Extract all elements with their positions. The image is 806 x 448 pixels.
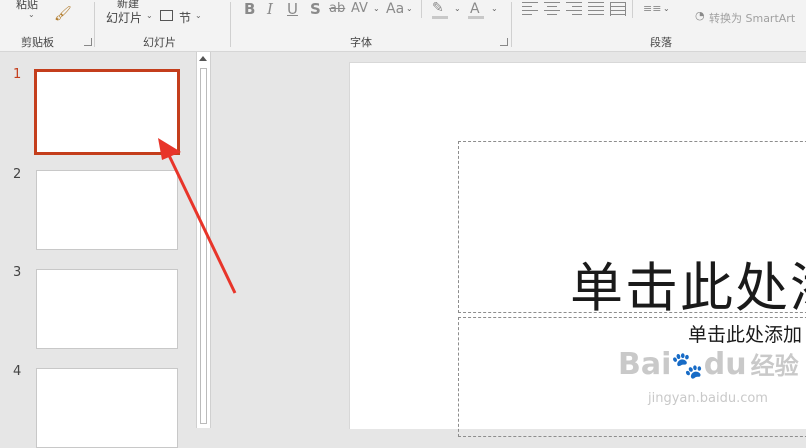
separator <box>421 0 422 18</box>
slide-thumbnail-3[interactable] <box>36 269 178 349</box>
subtitle-placeholder-text: 单击此处添加 <box>688 324 803 346</box>
distributed-align-icon[interactable] <box>610 2 626 16</box>
separator <box>230 2 231 47</box>
slide-number-1: 1 <box>13 67 22 82</box>
align-right-icon[interactable] <box>566 2 582 16</box>
slide-thumbnail-1[interactable] <box>34 69 180 155</box>
group-label-clipboard: 剪贴板 <box>21 36 54 49</box>
convert-smartart-icon[interactable]: ◔ <box>695 9 705 22</box>
baidu-watermark-logo: Bai🐾du 经验 <box>618 347 799 382</box>
separator <box>511 2 512 47</box>
convert-smartart-button[interactable]: 转换为 SmartArt <box>709 10 795 26</box>
slide-thumbnail-4[interactable] <box>36 368 178 448</box>
section-icon[interactable] <box>160 10 173 21</box>
underline-button[interactable]: U <box>287 0 298 18</box>
slide-thumbnail-2[interactable] <box>36 170 178 250</box>
bold-button[interactable]: B <box>244 0 255 18</box>
thumbnail-scrollbar[interactable] <box>196 52 211 428</box>
section-dropdown-icon[interactable]: ⌄ <box>195 11 202 20</box>
group-label-paragraph: 段落 <box>650 36 672 49</box>
separator <box>94 2 95 47</box>
font-dialog-launcher-icon[interactable] <box>500 38 508 46</box>
align-center-icon[interactable] <box>544 2 560 16</box>
font-color-dropdown-icon[interactable]: ⌄ <box>491 4 498 13</box>
paste-dropdown-icon[interactable]: ⌄ <box>28 10 35 19</box>
group-label-font: 字体 <box>350 36 372 49</box>
slide-number-3: 3 <box>13 265 22 280</box>
new-slide-dropdown-icon[interactable]: ⌄ <box>146 11 153 20</box>
change-case-button[interactable]: Aa <box>386 0 404 18</box>
justify-icon[interactable] <box>588 2 604 16</box>
align-left-icon[interactable] <box>522 2 538 16</box>
format-painter-icon[interactable]: 🖌 <box>54 6 72 22</box>
scrollbar-thumb[interactable] <box>200 68 207 424</box>
character-spacing-button[interactable]: AV <box>351 0 368 18</box>
text-shadow-button[interactable]: S <box>310 0 321 18</box>
columns-icon[interactable]: ≡≡ <box>643 2 661 15</box>
separator <box>632 0 633 18</box>
scroll-up-icon[interactable] <box>199 56 207 61</box>
italic-button[interactable]: I <box>267 0 273 18</box>
font-color-bar <box>468 16 484 19</box>
slide-number-2: 2 <box>13 167 22 182</box>
title-placeholder-text: 单击此处添 <box>570 258 806 319</box>
slide-number-4: 4 <box>13 364 22 379</box>
group-label-slides: 幻灯片 <box>143 36 176 49</box>
highlight-color-bar <box>432 16 448 19</box>
case-dropdown-icon[interactable]: ⌄ <box>406 4 413 13</box>
section-button[interactable]: 节 <box>179 9 191 26</box>
baidu-watermark-url: jingyan.baidu.com <box>648 391 768 406</box>
clipboard-dialog-launcher-icon[interactable] <box>84 38 92 46</box>
spacing-dropdown-icon[interactable]: ⌄ <box>373 4 380 13</box>
highlight-dropdown-icon[interactable]: ⌄ <box>454 4 461 13</box>
highlight-icon[interactable]: ✎ <box>432 0 444 16</box>
columns-dropdown-icon[interactable]: ⌄ <box>663 4 670 13</box>
new-slide-label[interactable]: 幻灯片 <box>106 9 142 26</box>
ribbon: 粘贴 ⌄ 🖌 剪贴板 新建 幻灯片 ⌄ 节 ⌄ 幻灯片 B I U S ab A… <box>0 0 806 52</box>
strikethrough-button[interactable]: ab <box>329 0 345 18</box>
